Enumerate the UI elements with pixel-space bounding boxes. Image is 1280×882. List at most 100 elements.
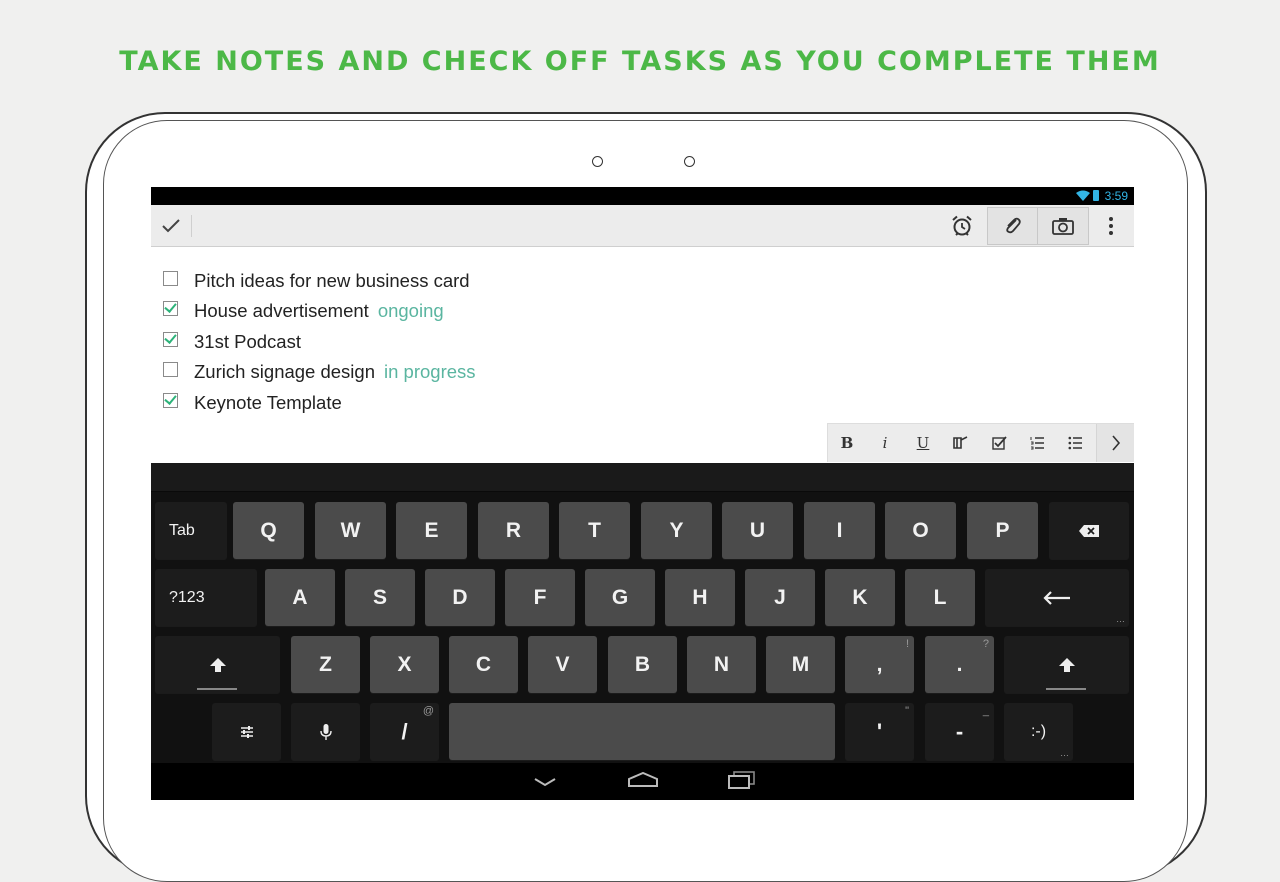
battery-icon bbox=[1093, 190, 1099, 201]
numbered-list-button[interactable] bbox=[1018, 424, 1056, 462]
check-icon bbox=[162, 219, 180, 233]
recent-apps-icon[interactable] bbox=[728, 771, 756, 789]
key-voice[interactable] bbox=[291, 703, 360, 760]
key-shift-right[interactable] bbox=[1004, 636, 1129, 693]
key-j[interactable]: J bbox=[745, 569, 815, 626]
note-toolbar bbox=[151, 205, 1134, 247]
key-r[interactable]: R bbox=[478, 502, 549, 559]
enter-arrow-icon bbox=[1043, 590, 1070, 605]
task-checkbox[interactable] bbox=[163, 361, 178, 377]
hide-keyboard-icon[interactable] bbox=[533, 777, 557, 787]
key-h[interactable]: H bbox=[665, 569, 735, 626]
attachment-group bbox=[987, 207, 1089, 245]
key-a[interactable]: A bbox=[265, 569, 335, 626]
key-slash[interactable]: / @ bbox=[370, 703, 439, 760]
bold-button[interactable]: B bbox=[828, 424, 866, 462]
key-symbols[interactable]: ?123 bbox=[155, 569, 257, 626]
key-comma[interactable]: , ! bbox=[845, 636, 914, 693]
paperclip-icon bbox=[1005, 217, 1021, 234]
key-tab[interactable]: Tab bbox=[155, 502, 227, 559]
key-hint: _ bbox=[982, 705, 989, 717]
key-apostrophe[interactable]: ' " bbox=[845, 703, 914, 760]
key-shift-left[interactable] bbox=[155, 636, 280, 693]
highlight-button[interactable] bbox=[942, 424, 980, 462]
numbered-list-icon bbox=[1030, 437, 1044, 450]
device-screen: 3:59 Pitch ideas for new business card H… bbox=[151, 187, 1134, 800]
camera-button[interactable] bbox=[1038, 208, 1088, 244]
key-t[interactable]: T bbox=[559, 502, 630, 559]
checkbox-button[interactable] bbox=[980, 424, 1018, 462]
task-item: Zurich signage design in progress bbox=[163, 360, 476, 384]
task-tag: ongoing bbox=[377, 300, 444, 321]
task-tag: in progress bbox=[384, 361, 476, 382]
task-text: House advertisement bbox=[194, 300, 369, 321]
key-enter[interactable]: … bbox=[985, 569, 1129, 626]
task-checkbox[interactable] bbox=[163, 300, 178, 316]
shift-indicator bbox=[1046, 688, 1086, 690]
alarm-icon bbox=[952, 215, 972, 236]
key-u[interactable]: U bbox=[722, 502, 793, 559]
camera-dot bbox=[684, 156, 695, 167]
task-checkbox[interactable] bbox=[163, 392, 178, 408]
key-s[interactable]: S bbox=[345, 569, 415, 626]
key-smiley[interactable]: :-) … bbox=[1004, 703, 1073, 760]
home-icon[interactable] bbox=[628, 772, 658, 788]
key-m[interactable]: M bbox=[766, 636, 835, 693]
reminder-button[interactable] bbox=[946, 205, 978, 246]
key-n[interactable]: N bbox=[687, 636, 756, 693]
camera-icon bbox=[1052, 218, 1074, 235]
more-format-button[interactable] bbox=[1096, 424, 1134, 462]
task-item: Keynote Template bbox=[163, 391, 342, 415]
key-x[interactable]: X bbox=[370, 636, 439, 693]
key-o[interactable]: O bbox=[885, 502, 956, 559]
wifi-icon bbox=[1076, 190, 1090, 201]
headline: TAKE NOTES AND CHECK OFF TASKS AS YOU CO… bbox=[119, 46, 1161, 77]
task-item: 31st Podcast bbox=[163, 330, 301, 354]
key-f[interactable]: F bbox=[505, 569, 575, 626]
bullet-list-button[interactable] bbox=[1056, 424, 1094, 462]
key-more-dots: … bbox=[1060, 748, 1069, 758]
key-l[interactable]: L bbox=[905, 569, 975, 626]
key-k[interactable]: K bbox=[825, 569, 895, 626]
key-g[interactable]: G bbox=[585, 569, 655, 626]
task-checkbox[interactable] bbox=[163, 331, 178, 347]
done-button[interactable] bbox=[151, 215, 192, 237]
key-y[interactable]: Y bbox=[641, 502, 712, 559]
italic-button[interactable]: i bbox=[866, 424, 904, 462]
task-item: House advertisement ongoing bbox=[163, 299, 444, 323]
key-z[interactable]: Z bbox=[291, 636, 360, 693]
task-checkbox[interactable] bbox=[163, 270, 178, 286]
key-w[interactable]: W bbox=[315, 502, 386, 559]
key-d[interactable]: D bbox=[425, 569, 495, 626]
soft-keyboard: Tab Q W E R T Y U I O P ?123 A S D F G H… bbox=[151, 463, 1134, 800]
shift-arrow-icon bbox=[209, 657, 226, 672]
key-comma-label: , bbox=[876, 652, 883, 676]
key-space[interactable] bbox=[449, 703, 835, 760]
key-e[interactable]: E bbox=[396, 502, 467, 559]
key-smiley-label: :-) bbox=[1030, 722, 1047, 740]
sensor-dot bbox=[592, 156, 603, 167]
key-b[interactable]: B bbox=[608, 636, 677, 693]
key-dash[interactable]: - _ bbox=[925, 703, 994, 760]
underline-button[interactable]: U bbox=[904, 424, 942, 462]
key-more-dots: … bbox=[1116, 614, 1125, 624]
attach-button[interactable] bbox=[988, 208, 1037, 244]
key-period[interactable]: . ? bbox=[925, 636, 994, 693]
key-c[interactable]: C bbox=[449, 636, 518, 693]
key-settings[interactable] bbox=[212, 703, 281, 760]
chevron-right-icon bbox=[1112, 435, 1121, 451]
key-i[interactable]: I bbox=[804, 502, 875, 559]
system-nav-bar bbox=[151, 763, 1134, 800]
task-text: Keynote Template bbox=[194, 392, 342, 413]
key-v[interactable]: V bbox=[528, 636, 597, 693]
microphone-icon bbox=[319, 723, 332, 740]
key-p[interactable]: P bbox=[967, 502, 1038, 559]
key-q[interactable]: Q bbox=[233, 502, 304, 559]
task-text: Zurich signage design bbox=[194, 361, 375, 382]
key-hint: ! bbox=[905, 638, 909, 650]
key-backspace[interactable] bbox=[1049, 502, 1129, 559]
bullet-list-icon bbox=[1068, 436, 1082, 450]
key-hint: ? bbox=[982, 638, 989, 650]
overflow-menu-button[interactable] bbox=[1097, 205, 1125, 246]
key-slash-label: / bbox=[401, 718, 408, 744]
